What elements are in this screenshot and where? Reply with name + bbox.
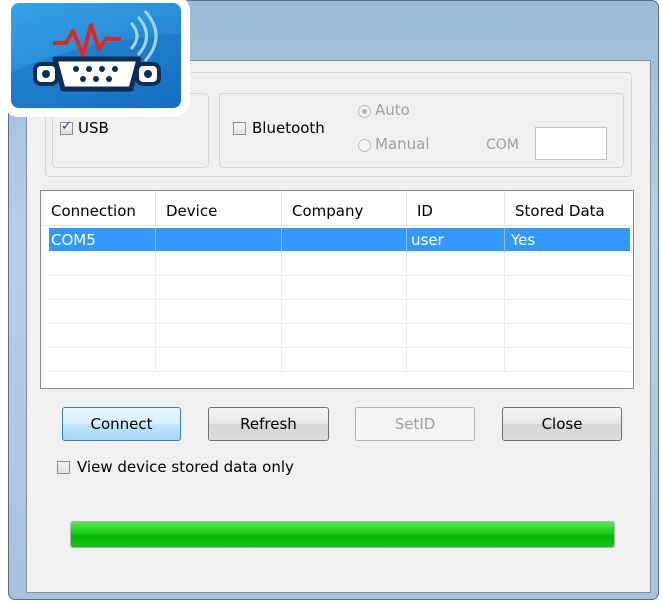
serial-port-logo-icon — [11, 3, 181, 108]
column-header-connection[interactable]: Connection — [41, 191, 156, 225]
close-button[interactable]: Close — [502, 407, 622, 441]
com-label: COM — [486, 137, 519, 153]
device-list-header: Connection Device Company ID Stored Data — [41, 191, 633, 226]
usb-checkbox[interactable] — [60, 119, 73, 135]
connect-button[interactable]: Connect — [62, 407, 181, 441]
setid-button[interactable]: SetID — [355, 407, 475, 441]
manual-label: Manual — [375, 135, 430, 153]
table-row-empty — [49, 300, 630, 324]
view-stored-only-label: View device stored data only — [77, 458, 294, 476]
usb-label: USB — [78, 119, 109, 137]
view-stored-only-checkbox[interactable] — [57, 461, 70, 474]
bluetooth-checkbox[interactable] — [233, 122, 246, 135]
column-header-stored-data[interactable]: Stored Data — [505, 191, 633, 225]
device-list: Connection Device Company ID Stored Data… — [40, 190, 634, 389]
cell-stored-data: Yes — [511, 231, 536, 249]
column-header-id[interactable]: ID — [407, 191, 505, 225]
bluetooth-label: Bluetooth — [252, 119, 325, 137]
manual-radio[interactable] — [358, 139, 371, 152]
auto-label: Auto — [375, 101, 410, 119]
column-header-company[interactable]: Company — [282, 191, 407, 225]
table-row-empty — [49, 276, 630, 300]
cell-id: user — [407, 228, 505, 252]
cell-device — [156, 228, 282, 252]
auto-radio[interactable] — [358, 105, 371, 118]
cell-connection: COM5 — [49, 228, 156, 252]
progress-fill — [71, 522, 614, 547]
com-port-input[interactable] — [535, 127, 607, 160]
refresh-button[interactable]: Refresh — [208, 407, 329, 441]
table-row[interactable]: COM5 user Yes — [49, 228, 630, 252]
cell-company — [282, 228, 407, 252]
table-row-empty — [49, 348, 630, 372]
table-row-empty — [49, 324, 630, 348]
progress-bar — [70, 521, 615, 548]
table-row-empty — [49, 252, 630, 276]
column-header-device[interactable]: Device — [156, 191, 282, 225]
